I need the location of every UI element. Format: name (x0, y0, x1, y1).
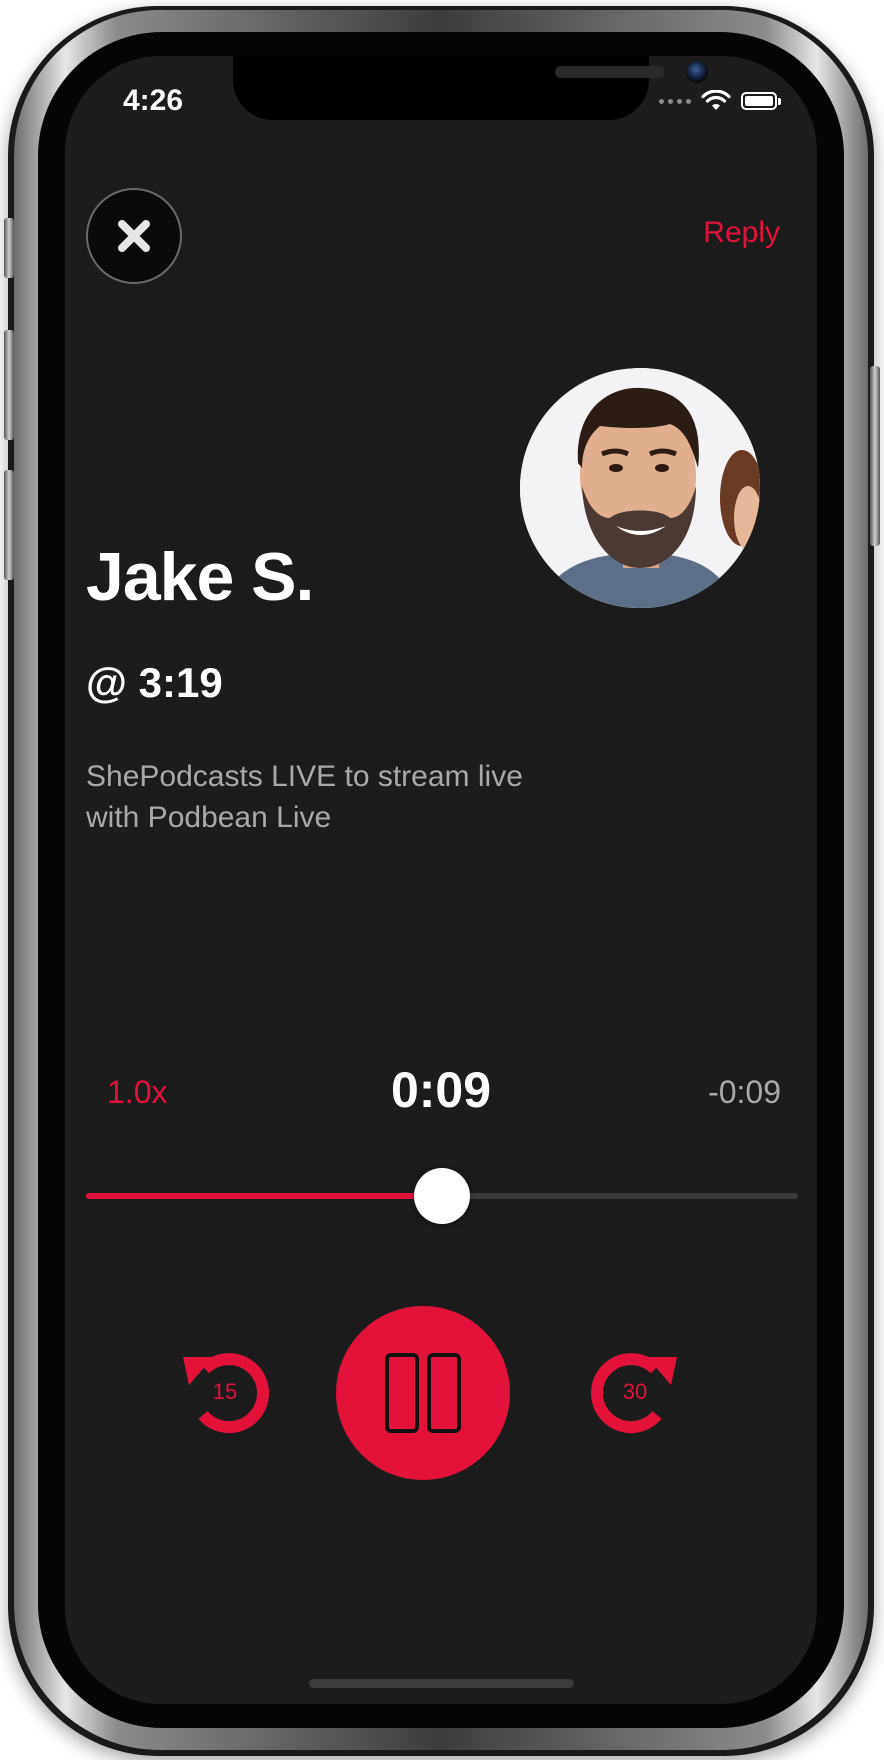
battery-icon (741, 92, 781, 110)
power-button (870, 366, 880, 546)
status-time: 4:26 (123, 84, 184, 117)
earpiece-speaker (555, 66, 665, 78)
elapsed-time: 0:09 (390, 1062, 492, 1118)
author-photo (520, 368, 760, 608)
wifi-icon (701, 90, 731, 110)
progress-fill (86, 1193, 442, 1199)
notch (233, 56, 708, 120)
volume-down-button (4, 470, 14, 580)
skip-back-seconds: 15 (212, 1379, 238, 1404)
front-camera (686, 61, 708, 83)
screen: 4:26 Reply Jake S. @ 3:19 ShePodcasts LI… (65, 56, 817, 1704)
author-name: Jake S. (86, 539, 314, 615)
volume-up-button (4, 330, 14, 440)
pause-icon (385, 1353, 461, 1433)
skip-forward-button[interactable]: 30 (583, 1339, 687, 1443)
home-indicator[interactable] (309, 1679, 574, 1688)
clip-timestamp: @ 3:19 (86, 659, 223, 706)
status-icons (659, 90, 781, 112)
author-avatar (520, 368, 760, 608)
clip-description: ShePodcasts LIVE to stream live with Pod… (86, 760, 523, 834)
skip-back-button[interactable]: 15 (173, 1339, 277, 1443)
skip-forward-seconds: 30 (622, 1379, 648, 1404)
close-button[interactable] (86, 188, 182, 284)
mute-switch (4, 218, 14, 278)
cellular-signal-icon (659, 98, 691, 104)
progress-thumb[interactable] (414, 1168, 470, 1224)
pause-button[interactable] (336, 1306, 510, 1480)
close-icon (118, 220, 150, 252)
remaining-time: -0:09 (708, 1074, 781, 1110)
reply-button[interactable]: Reply (703, 216, 780, 250)
